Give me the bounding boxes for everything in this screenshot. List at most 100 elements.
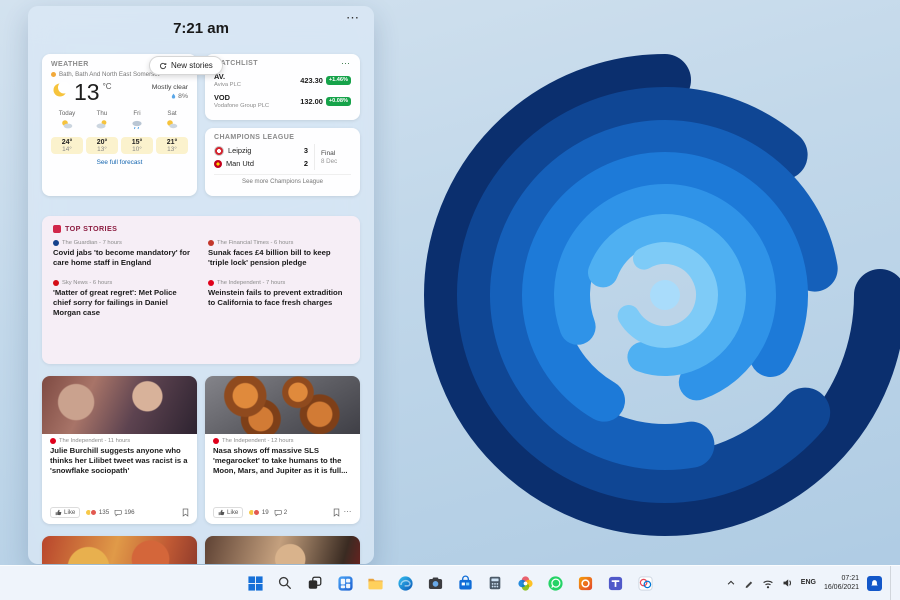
file-explorer-button[interactable] <box>362 570 388 596</box>
financial-times-favicon <box>208 240 214 246</box>
like-button[interactable]: Like <box>213 507 243 518</box>
start-button[interactable] <box>242 570 268 596</box>
widgets-clock: 7:21 am <box>173 20 229 37</box>
show-desktop-button[interactable] <box>890 566 894 600</box>
sports-widget[interactable]: CHAMPIONS LEAGUE Leipzig 3 Ma <box>205 128 360 196</box>
news-card-partial[interactable] <box>205 536 360 564</box>
match-date: 8 Dec <box>321 158 351 165</box>
forecast-day[interactable]: Thu 20°13° <box>86 110 118 154</box>
widgets-button[interactable] <box>332 570 358 596</box>
sky-news-favicon <box>53 280 59 286</box>
office-app-button[interactable] <box>572 570 598 596</box>
new-stories-label: New stories <box>171 61 213 70</box>
story-item[interactable]: The Guardian - 7 hours Covid jabs 'to be… <box>53 240 194 268</box>
reactions-count[interactable]: 19 <box>248 509 268 516</box>
guardian-favicon <box>53 240 59 246</box>
independent-favicon <box>50 438 56 444</box>
news-card[interactable]: The Independent - 11 hours Julie Burchil… <box>42 376 197 524</box>
thumbs-up-icon <box>218 509 225 516</box>
new-stories-button[interactable]: New stories <box>149 56 223 75</box>
weather-location: Bath, Bath And North East Somerset <box>59 71 159 78</box>
team-row: Leipzig 3 <box>214 144 308 157</box>
language-indicator[interactable]: ENG <box>801 579 816 587</box>
wallpaper-bloom <box>368 38 900 566</box>
news-card[interactable]: The Independent - 12 hours Nasa shows of… <box>205 376 360 524</box>
photos-app-button[interactable] <box>512 570 538 596</box>
team-row: Man Utd 2 <box>214 157 308 170</box>
forecast-row: Today 24°14° Thu 20°13° Fri <box>51 110 188 154</box>
story-item[interactable]: The Independent - 7 hours Weinstein fail… <box>208 280 349 318</box>
news-icon <box>53 225 61 233</box>
teams-app-button[interactable] <box>602 570 628 596</box>
camera-app-button[interactable] <box>422 570 448 596</box>
widgets-panel: 7:21 am ⋯ New stories WEATHER Bath, Bath <box>28 6 374 564</box>
top-stories-title: TOP STORIES <box>65 224 117 233</box>
edge-browser-button[interactable] <box>392 570 418 596</box>
widgets-more-icon[interactable]: ⋯ <box>346 10 360 26</box>
droplet-icon <box>171 93 176 100</box>
network-wifi-icon[interactable] <box>762 578 774 589</box>
forecast-day[interactable]: Today 24°14° <box>51 110 83 154</box>
see-more-champions-league-link[interactable]: See more Champions League <box>214 174 351 185</box>
hidden-icons-chevron[interactable] <box>726 578 736 588</box>
stock-row[interactable]: VOD Vodafone Group PLC 132.00 +0.08% <box>214 93 351 109</box>
moon-icon <box>51 81 71 99</box>
bookmark-icon[interactable] <box>182 508 189 517</box>
independent-favicon <box>213 438 219 444</box>
watchlist-widget[interactable]: WATCHLIST ⋯ AV. Aviva PLC 423.30 +1.46% <box>205 54 360 120</box>
stock-price: 132.00 <box>300 97 323 106</box>
like-button[interactable]: Like <box>50 507 80 518</box>
refresh-icon <box>159 62 167 70</box>
clock-date[interactable]: 07:21 16/06/2021 <box>824 574 859 592</box>
comment-icon <box>114 509 122 517</box>
task-view-button[interactable] <box>302 570 328 596</box>
notification-center-button[interactable] <box>867 576 882 591</box>
man-utd-crest-icon <box>214 160 222 168</box>
team-score: 3 <box>304 146 308 155</box>
whatsapp-app-button[interactable] <box>542 570 568 596</box>
stock-change-badge: +0.08% <box>326 97 351 106</box>
search-button[interactable] <box>272 570 298 596</box>
see-full-forecast-link[interactable]: See full forecast <box>51 159 188 166</box>
comments-count[interactable]: 2 <box>274 509 287 517</box>
desktop: 7:21 am ⋯ New stories WEATHER Bath, Bath <box>0 0 900 600</box>
match-status: Final <box>321 150 351 157</box>
forecast-day[interactable]: Fri 15°10° <box>121 110 153 154</box>
sports-title: CHAMPIONS LEAGUE <box>214 134 351 141</box>
tray-date: 16/06/2021 <box>824 583 859 592</box>
temperature-unit: °C <box>103 82 112 91</box>
comments-count[interactable]: 196 <box>114 509 134 517</box>
card-more-icon[interactable]: ⋯ <box>344 510 353 515</box>
story-item[interactable]: The Financial Times - 6 hours Sunak face… <box>208 240 349 268</box>
sun-cloud-icon <box>165 119 179 130</box>
volume-icon[interactable] <box>782 578 793 588</box>
sun-cloud-icon <box>60 119 74 130</box>
bookmark-icon[interactable] <box>333 508 340 517</box>
tray-time: 07:21 <box>824 574 859 583</box>
widgets-header: 7:21 am ⋯ <box>42 6 360 50</box>
reactions-count[interactable]: 135 <box>85 509 109 516</box>
stock-row[interactable]: AV. Aviva PLC 423.30 +1.46% <box>214 72 351 88</box>
weather-widget[interactable]: WEATHER Bath, Bath And North East Somers… <box>42 54 197 196</box>
rain-cloud-icon <box>130 119 144 130</box>
calculator-app-button[interactable] <box>482 570 508 596</box>
cloud-sun-icon <box>95 119 109 130</box>
current-temperature: 13 <box>74 81 100 104</box>
weather-condition: Mostly clear <box>152 84 188 91</box>
story-item[interactable]: Sky News - 6 hours 'Matter of great regr… <box>53 280 194 318</box>
store-app-button[interactable] <box>452 570 478 596</box>
independent-favicon <box>208 280 214 286</box>
pen-icon[interactable] <box>744 578 754 588</box>
emoji-icon <box>253 509 260 516</box>
news-card-partial[interactable] <box>42 536 197 564</box>
taskbar: ENG 07:21 16/06/2021 <box>0 565 900 600</box>
precipitation-value: 8% <box>178 93 188 100</box>
comment-icon <box>274 509 282 517</box>
location-pin-icon <box>51 72 56 77</box>
paint-app-button[interactable] <box>632 570 658 596</box>
watchlist-more-icon[interactable]: ⋯ <box>341 61 351 66</box>
article-image <box>205 376 360 434</box>
top-stories-widget: TOP STORIES The Guardian - 7 hours Covid… <box>42 216 360 364</box>
forecast-day[interactable]: Sat 21°13° <box>156 110 188 154</box>
team-score: 2 <box>304 159 308 168</box>
